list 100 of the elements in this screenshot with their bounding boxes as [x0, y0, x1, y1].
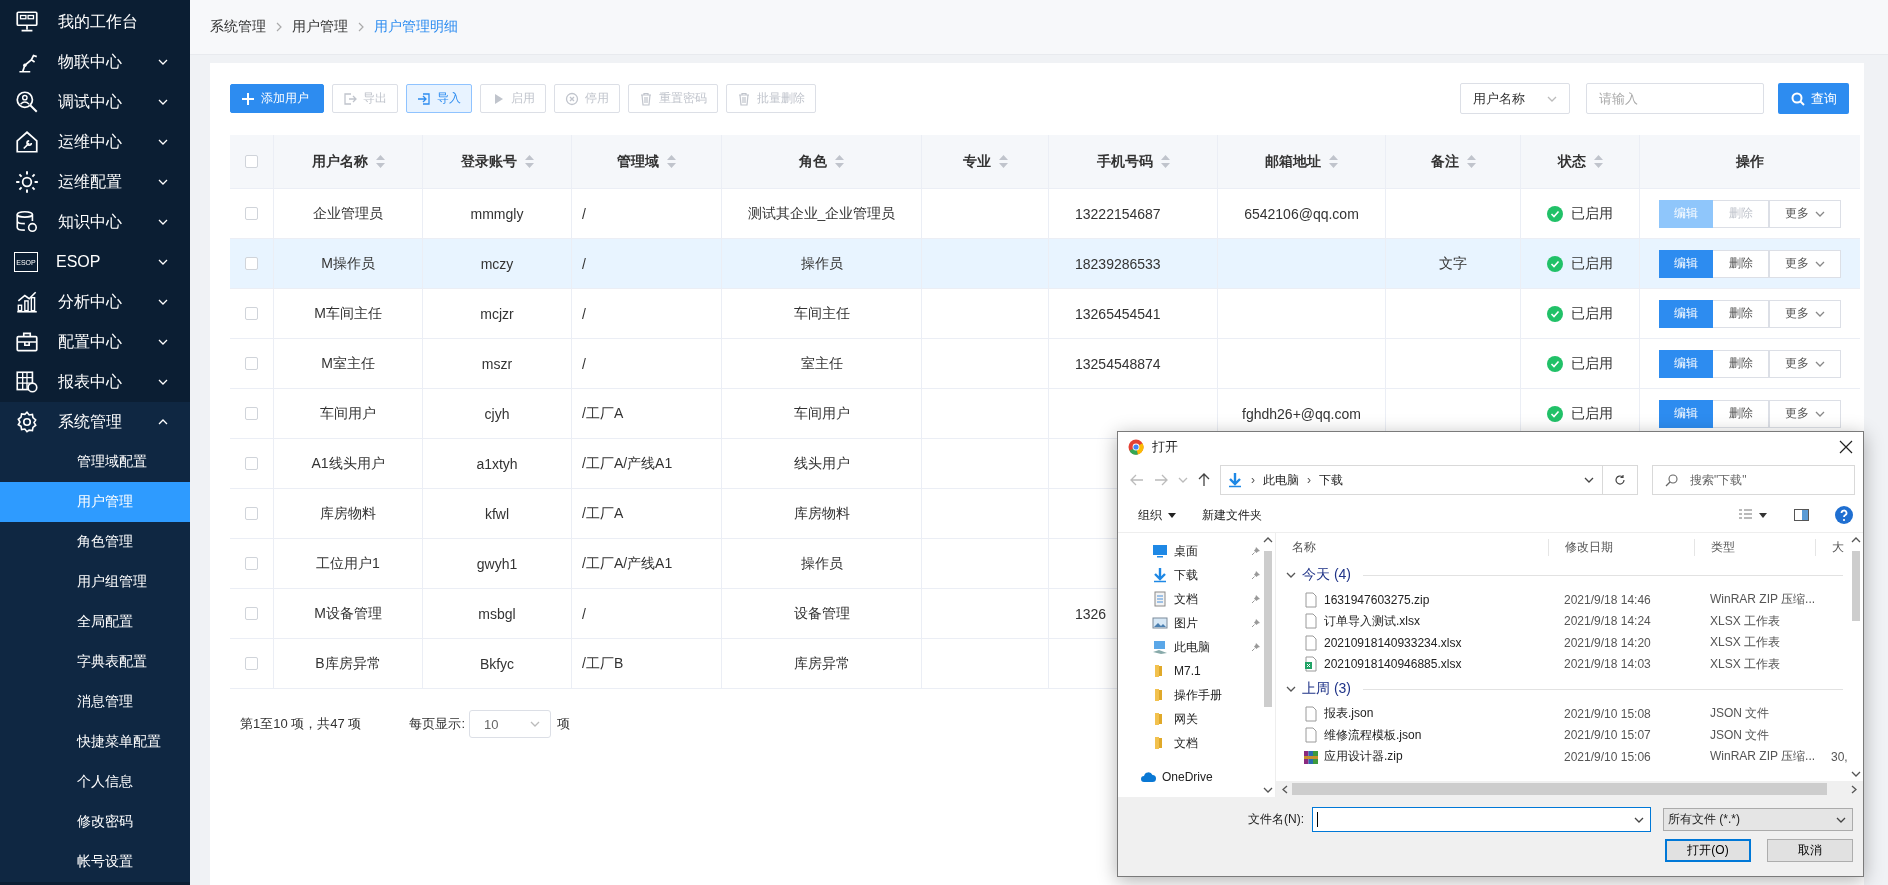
checkbox[interactable] — [245, 457, 258, 470]
scroll-right-icon[interactable] — [1851, 784, 1857, 794]
sidebar-item[interactable]: 报表中心 — [0, 362, 190, 402]
new-folder-button[interactable]: 新建文件夹 — [1202, 506, 1262, 524]
sort-icon[interactable] — [1593, 155, 1603, 168]
path-segment[interactable]: 下载 — [1319, 471, 1343, 489]
column-header[interactable]: 大 — [1815, 538, 1849, 556]
view-options-icon[interactable] — [1738, 509, 1768, 521]
close-icon[interactable] — [1839, 440, 1853, 454]
file-name[interactable]: 订单导入测试.xlsx — [1324, 612, 1420, 630]
back-arrow-icon[interactable] — [1130, 474, 1144, 486]
field-select[interactable]: 用户名称 — [1460, 83, 1570, 114]
submenu-item[interactable]: 修改密码 — [0, 802, 190, 842]
search-field[interactable]: 请输入 — [1586, 83, 1764, 114]
nav-pane-item[interactable]: 网关 — [1118, 707, 1261, 731]
breadcrumb-link[interactable]: 用户管理 — [292, 18, 348, 36]
sort-icon[interactable] — [1329, 155, 1338, 168]
dialog-button[interactable]: 取消 — [1767, 839, 1853, 862]
help-icon[interactable] — [1835, 506, 1853, 524]
checkbox[interactable] — [245, 557, 258, 570]
sort-icon[interactable] — [1160, 155, 1170, 168]
sort-icon[interactable] — [1466, 155, 1476, 168]
submenu-item[interactable]: 管理域配置 — [0, 442, 190, 482]
group-header[interactable]: 今天 (4) — [1302, 566, 1351, 584]
checkbox[interactable] — [245, 657, 258, 670]
sort-icon[interactable] — [375, 155, 385, 168]
sidebar-item[interactable]: 配置中心 — [0, 322, 190, 362]
sidebar-item[interactable]: 物联中心 — [0, 42, 190, 82]
breadcrumb-link[interactable]: 系统管理 — [210, 18, 266, 36]
sidebar-item[interactable]: 分析中心 — [0, 282, 190, 322]
scrollbar-thumb[interactable] — [1292, 783, 1827, 795]
delete-button[interactable]: 删除 — [1713, 349, 1769, 378]
table-row[interactable]: M室主任 mszr / 室主任 13254548874 已启用 编辑 删除 更多 — [230, 339, 1860, 389]
column-header[interactable]: 类型 — [1694, 538, 1815, 556]
submenu-item[interactable]: 角色管理 — [0, 522, 190, 562]
sort-icon[interactable] — [998, 155, 1008, 168]
nav-pane-item[interactable]: M7.1 — [1118, 659, 1261, 683]
scrollbar-thumb[interactable] — [1264, 551, 1272, 707]
file-name[interactable]: 报表.json — [1324, 705, 1374, 723]
file-type-select[interactable]: 所有文件 (*.*) — [1663, 808, 1853, 831]
sort-icon[interactable] — [667, 155, 676, 168]
sort-icon[interactable] — [835, 155, 844, 168]
submenu-item[interactable]: 帐号设置 — [0, 842, 190, 882]
forward-arrow-icon[interactable] — [1154, 474, 1168, 486]
up-arrow-icon[interactable] — [1198, 473, 1210, 487]
search-field[interactable]: 搜索"下载" — [1652, 465, 1855, 495]
sidebar-item[interactable]: 调试中心 — [0, 82, 190, 122]
submenu-item[interactable]: 全局配置 — [0, 602, 190, 642]
refresh-icon[interactable] — [1614, 474, 1626, 486]
more-button[interactable]: 更多 — [1769, 299, 1841, 328]
page-size-select[interactable]: 10 — [469, 710, 551, 738]
nav-pane-item[interactable]: 下载 — [1118, 563, 1261, 587]
nav-pane-item[interactable]: 文档 — [1118, 587, 1261, 611]
checkbox[interactable] — [245, 407, 258, 420]
checkbox[interactable] — [245, 257, 258, 270]
sidebar-item[interactable]: 运维配置 — [0, 162, 190, 202]
file-name[interactable]: 维修流程模板.json — [1324, 726, 1422, 744]
submenu-item[interactable]: 消息管理 — [0, 682, 190, 722]
path-segment[interactable]: 此电脑 — [1263, 471, 1299, 489]
column-header[interactable]: 修改日期 — [1548, 538, 1694, 556]
checkbox[interactable] — [245, 607, 258, 620]
column-header[interactable]: 名称 — [1276, 538, 1548, 556]
table-cell: 6542106@qq.com — [1244, 205, 1359, 222]
sidebar-item[interactable]: 我的工作台 — [0, 2, 190, 42]
nav-pane-item[interactable]: 桌面 — [1118, 539, 1261, 563]
filename-field[interactable] — [1312, 807, 1651, 832]
table-row[interactable]: M车间主任 mcjzr / 车间主任 13265454541 已启用 编辑 删除 更多 — [230, 289, 1860, 339]
delete-button[interactable]: 删除 — [1713, 399, 1769, 428]
preview-pane-icon[interactable] — [1794, 509, 1809, 521]
checkbox[interactable] — [245, 357, 258, 370]
sidebar-item[interactable]: 知识中心 — [0, 202, 190, 242]
checkbox[interactable] — [245, 507, 258, 520]
dialog-button[interactable]: 打开(O) — [1665, 839, 1751, 862]
table-row[interactable]: M操作员 mczy / 操作员 18239286533 文字 已启用 编辑 删除 更多 — [230, 239, 1860, 289]
sidebar-item[interactable]: 运维中心 — [0, 122, 190, 162]
more-button[interactable]: 更多 — [1769, 399, 1841, 428]
scrollbar-thumb[interactable] — [1852, 551, 1860, 621]
submenu-item[interactable]: 字典表配置 — [0, 642, 190, 682]
scrollbar[interactable] — [1276, 781, 1863, 797]
nav-pane-item[interactable]: OneDrive — [1118, 765, 1261, 789]
scroll-left-icon[interactable] — [1282, 784, 1288, 794]
file-name[interactable]: 应用设计器.zip — [1324, 748, 1403, 766]
sort-icon[interactable] — [524, 155, 534, 168]
file-name[interactable]: 20210918140946885.xlsx — [1324, 657, 1462, 672]
file-name[interactable]: 1631947603275.zip — [1324, 592, 1430, 607]
delete-button[interactable]: 删除 — [1713, 299, 1769, 328]
delete-button[interactable]: 删除 — [1713, 249, 1769, 278]
sidebar-item[interactable]: 系统管理 — [0, 402, 190, 442]
submenu-item[interactable]: 用户组管理 — [0, 562, 190, 602]
more-button[interactable]: 更多 — [1769, 349, 1841, 378]
submenu-item[interactable]: 个人信息 — [0, 762, 190, 802]
checkbox[interactable] — [245, 155, 258, 168]
submenu-item[interactable]: 快捷菜单配置 — [0, 722, 190, 762]
nav-pane-item[interactable]: 图片 — [1118, 611, 1261, 635]
nav-pane-item[interactable]: 文档 — [1118, 731, 1261, 755]
checkbox[interactable] — [245, 207, 258, 220]
more-button[interactable]: 更多 — [1769, 249, 1841, 278]
address-bar[interactable]: › 此电脑 › 下载 — [1220, 465, 1638, 495]
organize-menu[interactable]: 组织 — [1138, 506, 1176, 524]
checkbox[interactable] — [245, 307, 258, 320]
